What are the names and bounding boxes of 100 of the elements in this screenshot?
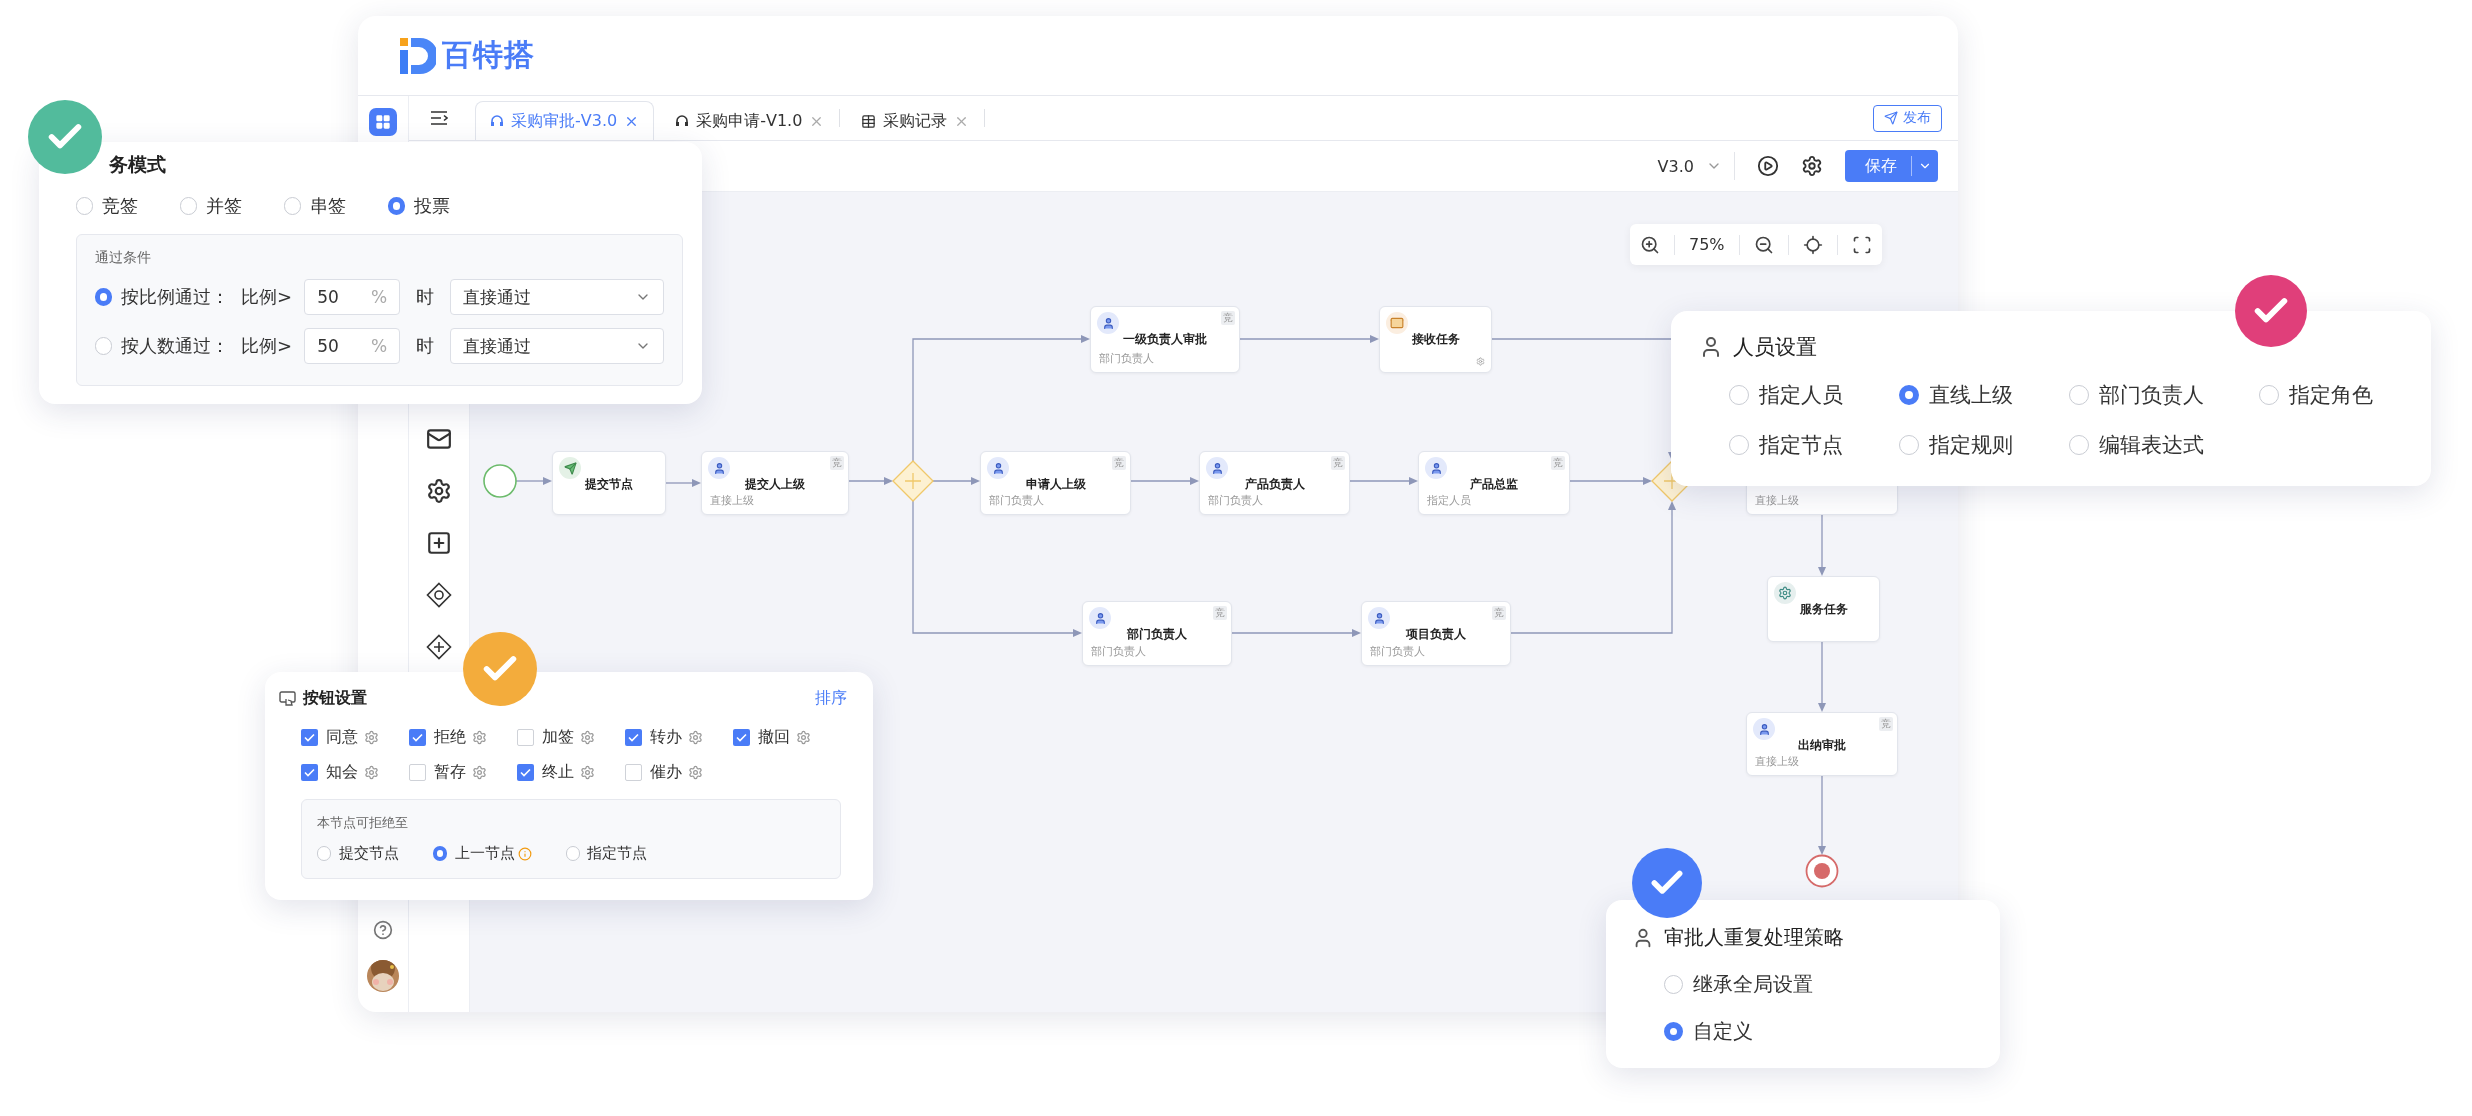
radio-option[interactable]: 指定规则 bbox=[1899, 431, 2069, 459]
radio-option[interactable]: 上一节点 bbox=[432, 844, 515, 863]
node-title: 提交人上级 bbox=[744, 476, 806, 493]
checkmark-icon bbox=[520, 768, 531, 777]
gear-icon[interactable] bbox=[796, 730, 811, 745]
node-title: 产品总监 bbox=[1469, 476, 1519, 493]
checkbox-option[interactable]: 同意 bbox=[301, 727, 358, 748]
radio-option[interactable]: 按人数通过： bbox=[95, 334, 230, 358]
checkbox-option[interactable]: 终止 bbox=[517, 762, 574, 783]
radio-option[interactable]: 继承全局设置 bbox=[1664, 971, 1980, 998]
start-event bbox=[483, 464, 517, 498]
radio-option[interactable]: 直线上级 bbox=[1899, 381, 2069, 409]
checkbox-option[interactable]: 知会 bbox=[301, 762, 358, 783]
send-icon bbox=[559, 457, 581, 479]
radio-option[interactable]: 编辑表达式 bbox=[2069, 431, 2259, 459]
checkbox-option[interactable]: 撤回 bbox=[733, 727, 790, 748]
gear-icon bbox=[1476, 357, 1485, 366]
zoom-out-icon[interactable] bbox=[1753, 234, 1774, 255]
radio-option[interactable]: 串签 bbox=[284, 194, 347, 218]
section-title: 通过条件 bbox=[95, 249, 151, 265]
settings-button[interactable] bbox=[1801, 155, 1823, 177]
panel-title: 务模式 bbox=[109, 153, 166, 175]
when-label: 时 bbox=[416, 285, 435, 309]
radio-option[interactable]: 投票 bbox=[388, 194, 451, 218]
fit-screen-icon[interactable] bbox=[1851, 234, 1872, 255]
radio-option[interactable]: 自定义 bbox=[1664, 1018, 1980, 1045]
radio-option[interactable]: 指定节点 bbox=[565, 844, 648, 863]
checkmark-icon bbox=[304, 733, 315, 742]
gear-icon[interactable] bbox=[472, 765, 487, 780]
ratio-label: 比例> bbox=[241, 334, 293, 358]
tab[interactable]: 采购记录 bbox=[846, 101, 985, 140]
panel-title: 人员设置 bbox=[1733, 334, 1817, 361]
sort-link[interactable]: 排序 bbox=[815, 688, 847, 709]
table-icon bbox=[861, 113, 877, 129]
node-title: 一级负责人审批 bbox=[1122, 331, 1208, 348]
radio-option[interactable]: 按比例通过： bbox=[95, 285, 230, 309]
help-icon[interactable] bbox=[373, 920, 393, 940]
radio-option[interactable]: 指定人员 bbox=[1729, 381, 1899, 409]
node-badge: 竞 bbox=[830, 456, 844, 470]
ratio-input[interactable]: 50 % bbox=[304, 279, 401, 315]
radio-option[interactable]: 并签 bbox=[180, 194, 243, 218]
gear-icon[interactable] bbox=[472, 730, 487, 745]
connector-arrow bbox=[1130, 477, 1199, 485]
gear-icon[interactable] bbox=[580, 765, 595, 780]
radio-option[interactable]: 指定节点 bbox=[1729, 431, 1899, 459]
apps-button[interactable] bbox=[369, 108, 397, 136]
checkbox-option[interactable]: 暂存 bbox=[409, 762, 466, 783]
gear-icon[interactable] bbox=[580, 730, 595, 745]
node-title: 项目负责人 bbox=[1405, 626, 1467, 643]
headset-icon bbox=[675, 114, 690, 128]
radio-option[interactable]: 提交节点 bbox=[317, 844, 399, 863]
node-subtitle: 部门负责人 bbox=[1370, 644, 1425, 659]
mail-icon[interactable] bbox=[426, 426, 452, 452]
node-subtitle: 部门负责人 bbox=[1091, 644, 1146, 659]
zoom-in-icon[interactable] bbox=[1640, 234, 1660, 255]
gear-icon[interactable] bbox=[364, 730, 379, 745]
radio-option[interactable]: 竞签 bbox=[76, 194, 139, 218]
square-plus-icon[interactable] bbox=[426, 530, 452, 556]
panel-title: 按钮设置 bbox=[303, 688, 367, 709]
radio-option[interactable]: 指定角色 bbox=[2259, 381, 2409, 409]
node-badge: 竞 bbox=[1492, 606, 1506, 620]
radio-option[interactable]: 部门负责人 bbox=[2069, 381, 2259, 409]
gear-icon[interactable] bbox=[688, 765, 703, 780]
action-select[interactable]: 直接通过 bbox=[450, 279, 664, 315]
ratio-input[interactable]: 50 % bbox=[304, 328, 401, 364]
version-select[interactable]: V3.0 bbox=[1657, 152, 1735, 180]
connector-arrow bbox=[932, 477, 980, 485]
publish-button[interactable]: 发布 bbox=[1873, 104, 1942, 132]
checkmark-icon bbox=[628, 733, 639, 742]
when-label: 时 bbox=[416, 334, 435, 358]
tab[interactable]: 采购审批-V3.0 bbox=[475, 101, 655, 140]
checkbox-option[interactable]: 加签 bbox=[517, 727, 574, 748]
gear-icon[interactable] bbox=[364, 765, 379, 780]
ratio-label: 比例> bbox=[241, 285, 293, 309]
gear-icon bbox=[1774, 582, 1796, 604]
menu-icon[interactable] bbox=[430, 111, 448, 125]
node-subtitle: 部门负责人 bbox=[1099, 351, 1154, 366]
checkbox-option[interactable]: 拒绝 bbox=[409, 727, 466, 748]
node-title: 服务任务 bbox=[1798, 601, 1849, 618]
checkmark-icon bbox=[736, 733, 747, 742]
person-icon bbox=[1097, 312, 1119, 334]
monitor-hand-icon bbox=[279, 690, 297, 707]
gateway-diamond bbox=[892, 460, 934, 502]
person-icon bbox=[1206, 457, 1228, 479]
action-select[interactable]: 直接通过 bbox=[450, 328, 664, 364]
checkmark-icon bbox=[304, 768, 315, 777]
person-icon bbox=[1425, 457, 1447, 479]
save-button[interactable]: 保存 bbox=[1845, 150, 1938, 182]
settings-icon[interactable] bbox=[426, 478, 452, 504]
tab[interactable]: 采购申请-V1.0 bbox=[660, 101, 840, 140]
connector-arrow bbox=[665, 479, 701, 487]
locate-icon[interactable] bbox=[1802, 234, 1823, 255]
gear-icon[interactable] bbox=[688, 730, 703, 745]
envelope-icon bbox=[1386, 312, 1408, 334]
connector-arrow bbox=[1349, 477, 1418, 485]
node-subtitle: 指定人员 bbox=[1427, 493, 1471, 508]
play-button[interactable] bbox=[1757, 155, 1779, 177]
checkbox-option[interactable]: 催办 bbox=[625, 762, 682, 783]
diamond-plus-icon[interactable] bbox=[426, 634, 452, 660]
checkbox-option[interactable]: 转办 bbox=[625, 727, 682, 748]
